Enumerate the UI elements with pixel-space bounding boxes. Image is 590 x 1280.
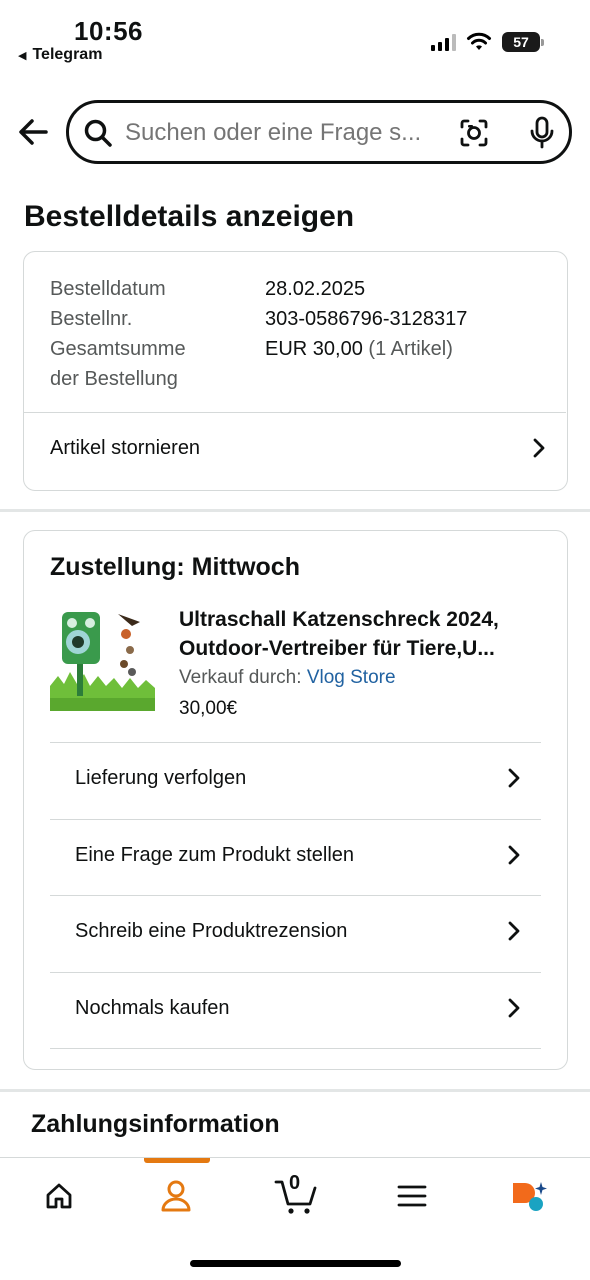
divider [50, 1048, 541, 1049]
nav-account[interactable] [151, 1176, 201, 1216]
chevron-right-icon [508, 921, 520, 941]
ask-question-link[interactable]: Eine Frage zum Produkt stellen [75, 835, 521, 875]
buy-again-label: Nochmals kaufen [75, 996, 230, 1019]
order-total-label: Gesamtsumme der Bestellung [50, 334, 186, 394]
seller-info: Verkauf durch: Vlog Store [179, 667, 396, 689]
cancel-items-link[interactable]: Artikel stornieren [50, 428, 546, 468]
nav-rufus-assistant[interactable] [504, 1176, 554, 1216]
back-triangle-icon: ◀ [18, 49, 27, 62]
divider [50, 972, 541, 973]
seller-link[interactable]: Vlog Store [307, 667, 396, 688]
camera-search-icon[interactable] [459, 118, 489, 148]
payment-info-title: Zahlungsinformation [31, 1110, 280, 1138]
chevron-right-icon [533, 438, 545, 458]
order-total-label-line1: Gesamtsumme [50, 338, 186, 360]
product-image[interactable] [50, 606, 155, 711]
microphone-icon[interactable] [527, 116, 557, 150]
nav-home[interactable] [34, 1176, 84, 1216]
order-total-label-line2: der Bestellung [50, 368, 178, 390]
search-header [0, 98, 590, 166]
clock: 10:56 [74, 16, 143, 46]
search-input[interactable] [125, 119, 445, 147]
order-number-label: Bestellnr. [50, 308, 133, 330]
order-date-row: Bestelldatum [50, 274, 166, 304]
home-indicator[interactable] [190, 1260, 401, 1267]
write-review-label: Schreib eine Produktrezension [75, 919, 348, 942]
buy-again-link[interactable]: Nochmals kaufen [75, 988, 521, 1028]
search-icon [84, 119, 112, 147]
chevron-right-icon [508, 845, 520, 865]
nav-menu[interactable] [387, 1176, 437, 1216]
order-date-value: 28.02.2025 [265, 278, 366, 300]
cart-count-badge: 0 [289, 1172, 301, 1194]
back-to-app-link[interactable]: ◀ Telegram [18, 46, 102, 64]
rufus-assistant-icon [513, 1182, 547, 1211]
delivery-card: Zustellung: Mittwoch Ultraschall Katzens… [23, 530, 568, 1070]
write-review-link[interactable]: Schreib eine Produktrezension [75, 911, 521, 951]
cellular-signal-icon [431, 33, 456, 51]
search-bar[interactable] [66, 100, 572, 164]
order-number-value: 303-0586796-3128317 [265, 308, 468, 330]
wifi-icon [467, 32, 491, 50]
order-summary-card: Bestelldatum 28.02.2025 Bestellnr. 303-0… [23, 251, 568, 491]
menu-icon [397, 1185, 427, 1207]
order-total-value: EUR 30,00 (1 Artikel) [265, 334, 453, 364]
order-number-row: Bestellnr. [50, 304, 132, 334]
divider [24, 412, 566, 413]
product-title[interactable]: Ultraschall Katzenschreck 2024, Outdoor-… [179, 605, 549, 663]
divider [50, 742, 541, 743]
section-separator [0, 1089, 590, 1092]
order-total-amount: EUR 30,00 [265, 338, 363, 360]
divider [50, 895, 541, 896]
status-bar: 10:56 ◀ Telegram 57 [0, 0, 590, 80]
account-icon [161, 1180, 191, 1212]
delivery-title: Zustellung: Mittwoch [50, 553, 300, 581]
ask-question-label: Eine Frage zum Produkt stellen [75, 843, 355, 866]
section-separator [0, 509, 590, 512]
seller-prefix: Verkauf durch: [179, 667, 302, 688]
divider [50, 819, 541, 820]
back-arrow-icon[interactable] [14, 112, 54, 152]
cancel-items-label: Artikel stornieren [50, 436, 201, 459]
home-icon [46, 1183, 72, 1209]
active-tab-indicator [144, 1158, 210, 1163]
back-app-label: Telegram [32, 46, 103, 63]
product-title-line2: Outdoor-Vertreiber für Tiere,U... [179, 637, 495, 660]
order-date-label: Bestelldatum [50, 278, 166, 300]
product-price: 30,00€ [179, 698, 238, 719]
chevron-right-icon [508, 768, 520, 788]
track-delivery-link[interactable]: Lieferung verfolgen [75, 758, 521, 798]
status-icons: 57 [431, 32, 544, 52]
chevron-right-icon [508, 998, 520, 1018]
battery-icon: 57 [502, 32, 544, 52]
order-item-count: (1 Artikel) [368, 338, 453, 360]
product-title-line1: Ultraschall Katzenschreck 2024, [179, 608, 499, 631]
page-title: Bestelldetails anzeigen [24, 200, 355, 233]
track-delivery-label: Lieferung verfolgen [75, 766, 247, 789]
